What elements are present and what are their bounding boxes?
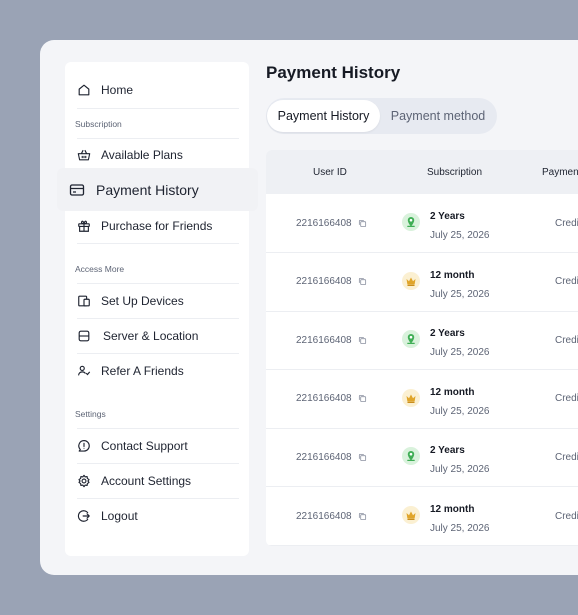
- sidebar-item-set-up-devices[interactable]: Set Up Devices: [77, 284, 239, 318]
- user-id-cell: 2216166408: [296, 311, 367, 369]
- app-window: Home Subscription Available Plans Purcha…: [40, 40, 578, 575]
- card-icon: [69, 182, 85, 198]
- payment-method-cell: Credi: [555, 393, 578, 405]
- location-pin-icon: [402, 213, 420, 231]
- server-icon: [77, 329, 91, 343]
- sidebar-item-label: Home: [101, 83, 134, 97]
- sidebar-item-label: Payment History: [96, 181, 199, 198]
- subscription-plan: 12 month: [430, 504, 475, 515]
- crown-icon: [402, 271, 420, 290]
- support-chat-icon: [77, 439, 91, 453]
- subscription-date: July 25, 2026: [430, 347, 490, 359]
- section-label-subscription: Subscription: [75, 119, 122, 129]
- copy-icon[interactable]: [358, 453, 367, 462]
- subscription-plan: 2 Years: [430, 328, 465, 340]
- subscription-plan: 12 month: [430, 269, 475, 281]
- tab-bar: Payment History Payment method: [266, 98, 497, 134]
- subscription-date: July 25, 2026: [430, 288, 490, 300]
- crown-icon: [402, 388, 420, 407]
- sidebar-item-available-plans[interactable]: Available Plans: [77, 138, 239, 172]
- sidebar-item-label: Contact Support: [101, 439, 188, 453]
- refer-friends-icon: [77, 364, 91, 378]
- location-pin-icon: [402, 330, 420, 349]
- sidebar-item-server-location[interactable]: Server & Location: [77, 319, 239, 353]
- sidebar-item-label: Purchase for Friends: [101, 219, 213, 233]
- subscription-plan: 2 Years: [430, 445, 465, 457]
- sidebar-item-label: Server & Location: [103, 329, 199, 343]
- user-id-cell: 2216166408: [296, 194, 367, 252]
- column-header-subscription: Subscription: [427, 166, 483, 178]
- subscription-plan: 12 month: [430, 386, 475, 398]
- payment-method-cell: Credi: [555, 510, 578, 522]
- gear-icon: [77, 474, 91, 488]
- table-row: 2216166408 12 month July 25, 2026 Credi: [266, 370, 578, 429]
- user-id-text: 2216166408: [296, 217, 352, 229]
- table-row: 2216166408 2 Years July 25, 2026 Credi: [266, 428, 578, 488]
- sidebar-item-refer-friends[interactable]: Refer A Friends: [77, 354, 239, 388]
- sidebar-item-account-settings[interactable]: Account Settings: [77, 464, 239, 498]
- payment-method-cell: Credi: [555, 276, 578, 288]
- sidebar-item-label: Logout: [101, 509, 138, 523]
- user-id-text: 2216166408: [296, 334, 352, 346]
- user-id-cell: 2216166408: [296, 428, 367, 486]
- user-id-text: 2216166408: [296, 276, 352, 288]
- tab-payment-history[interactable]: Payment History: [267, 100, 380, 132]
- subscription-date: July 25, 2026: [430, 523, 490, 534]
- table-row: 2216166408 2 Years July 25, 2026 Credi: [266, 194, 578, 253]
- copy-icon[interactable]: [358, 219, 367, 228]
- sidebar-item-label: Available Plans: [101, 148, 183, 162]
- sidebar-item-label: Account Settings: [101, 474, 192, 488]
- crown-icon: [402, 506, 420, 524]
- sidebar-item-label: Refer A Friends: [101, 364, 184, 378]
- sidebar-item-label: Set Up Devices: [101, 294, 184, 308]
- gift-icon: [77, 219, 91, 233]
- sidebar-item-payment-history[interactable]: Payment History: [57, 168, 258, 211]
- home-icon: [77, 83, 91, 97]
- payment-method-cell: Credi: [555, 451, 578, 463]
- sidebar-item-purchase-for-friends[interactable]: Purchase for Friends: [77, 209, 239, 243]
- section-label-access-more: Access More: [75, 264, 125, 274]
- user-id-cell: 2216166408: [296, 370, 367, 428]
- table-row: 2216166408 2 Years July 25, 2026 Credi: [266, 311, 578, 371]
- user-id-cell: 2216166408: [296, 253, 367, 311]
- user-id-text: 2216166408: [296, 510, 352, 522]
- subscription-plan: 2 Years: [430, 211, 465, 222]
- location-pin-icon: [402, 447, 420, 466]
- copy-icon[interactable]: [358, 512, 367, 521]
- user-id-text: 2216166408: [296, 451, 352, 463]
- logout-icon: [77, 509, 91, 523]
- column-header-user-id: User ID: [313, 166, 347, 178]
- sidebar-item-contact-support[interactable]: Contact Support: [77, 429, 239, 463]
- table-row: 2216166408 12 month July 25, 2026 Credi: [266, 487, 578, 546]
- user-id-cell: 2216166408: [296, 487, 367, 545]
- payment-method-cell: Credi: [555, 217, 578, 229]
- user-id-text: 2216166408: [296, 393, 352, 405]
- devices-icon: [77, 294, 91, 308]
- basket-icon: [77, 148, 91, 162]
- divider: [77, 108, 239, 109]
- copy-icon[interactable]: [358, 394, 367, 403]
- tab-payment-method[interactable]: Payment method: [383, 100, 493, 132]
- section-label-settings: Settings: [75, 409, 106, 419]
- copy-icon[interactable]: [358, 277, 367, 286]
- divider: [77, 243, 239, 244]
- subscription-date: July 25, 2026: [430, 464, 490, 476]
- main-content: Payment History Payment History Payment …: [266, 40, 578, 575]
- subscription-date: July 25, 2026: [430, 405, 490, 417]
- payment-method-cell: Credi: [555, 334, 578, 346]
- page-title: Payment History: [266, 63, 401, 82]
- sidebar-item-logout[interactable]: Logout: [77, 499, 239, 533]
- sidebar: Home Subscription Available Plans Purcha…: [65, 62, 249, 556]
- table-header: User ID Subscription Payment: [266, 150, 578, 194]
- column-header-payment: Payment: [542, 166, 578, 178]
- sidebar-item-home[interactable]: Home: [77, 73, 239, 107]
- subscription-date: July 25, 2026: [430, 230, 490, 241]
- payment-table: User ID Subscription Payment 2216166408 2…: [266, 150, 578, 546]
- table-row: 2216166408 12 month July 25, 2026 Credi: [266, 253, 578, 312]
- copy-icon[interactable]: [358, 336, 367, 345]
